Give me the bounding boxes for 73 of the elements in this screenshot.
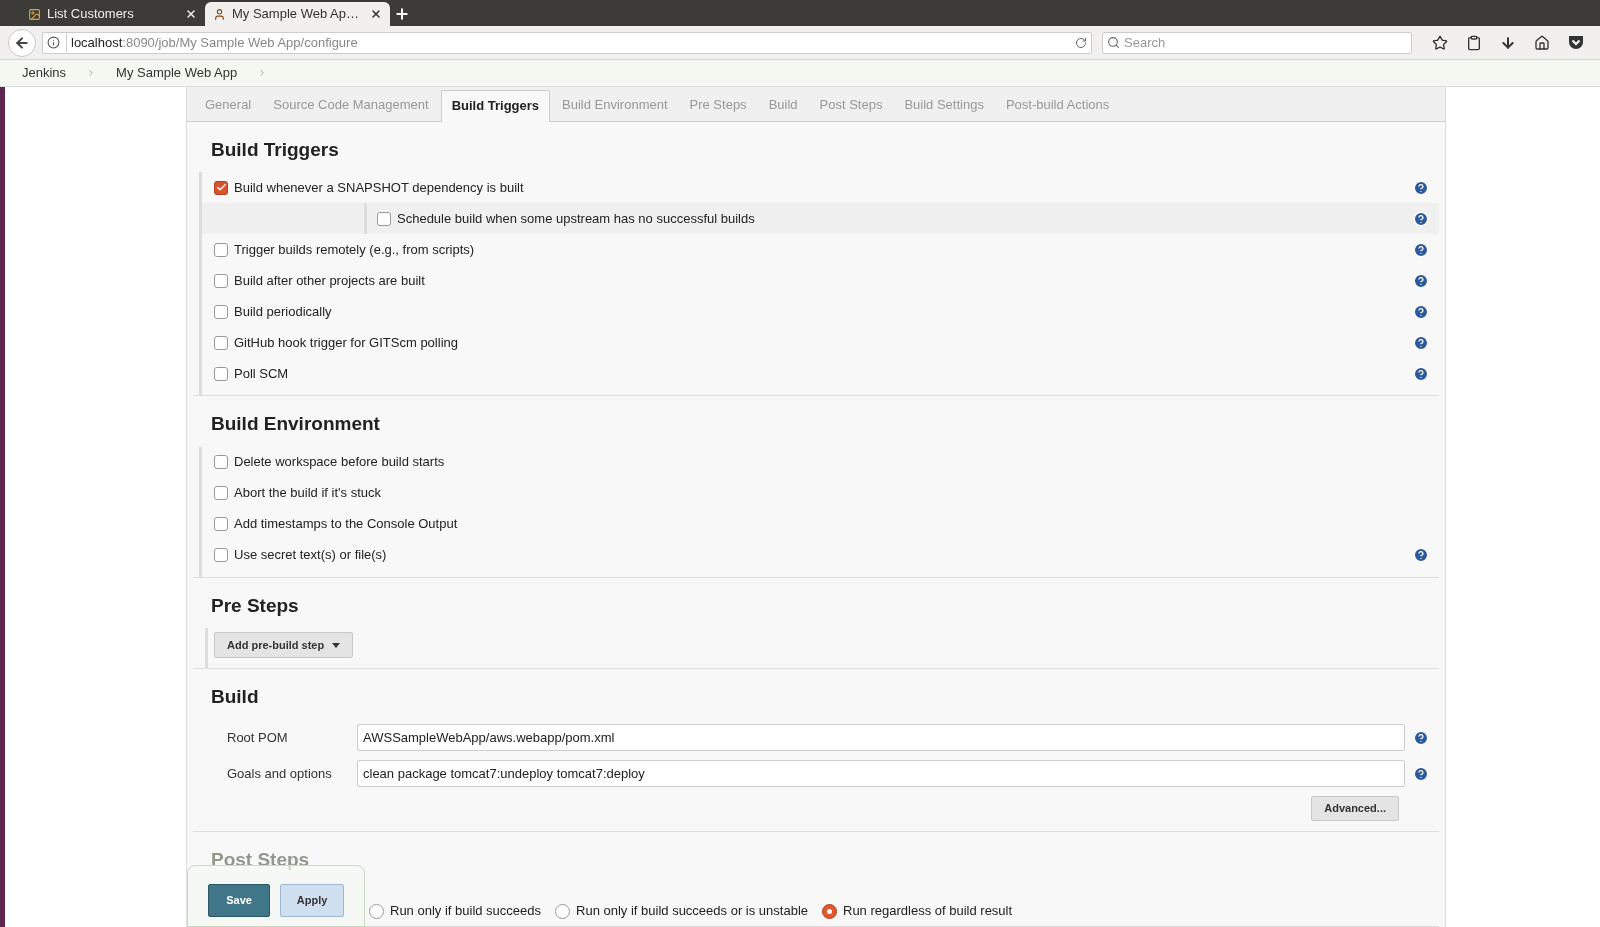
checkbox-label: Delete workspace before build starts: [234, 453, 445, 472]
search-icon: [1107, 36, 1120, 49]
checkbox-label: Poll SCM: [234, 364, 289, 383]
clipboard-icon[interactable]: [1466, 34, 1482, 51]
tab-favicon-icon: [213, 7, 226, 21]
help-icon[interactable]: [1413, 303, 1429, 320]
reload-icon[interactable]: [1075, 36, 1087, 49]
breadcrumb-link[interactable]: My Sample Web App: [116, 63, 238, 83]
browser-tab[interactable]: My Sample Web Ap…: [205, 2, 390, 26]
section-heading: Build: [210, 685, 260, 709]
tab-title: My Sample Web Ap…: [232, 5, 360, 24]
search-placeholder: Search: [1124, 33, 1166, 52]
caret-icon: [332, 642, 341, 648]
pocket-icon[interactable]: [1568, 35, 1584, 50]
checkbox-label: Build periodically: [234, 302, 332, 321]
section-heading: Pre Steps: [210, 593, 300, 618]
help-icon[interactable]: [1413, 241, 1429, 258]
radio-label: Run only if build succeeds: [390, 902, 542, 921]
text-field[interactable]: clean package tomcat7:undeploy tomcat7:deploy: [357, 760, 1405, 787]
help-icon[interactable]: [1413, 334, 1429, 351]
radio-button[interactable]: [369, 903, 384, 919]
home-icon[interactable]: [1534, 34, 1550, 51]
advanced-button[interactable]: Advanced...: [1311, 795, 1399, 821]
radio-label: Run only if build succeeds or is unstable: [576, 902, 808, 921]
checkbox[interactable]: [214, 455, 228, 469]
config-tab[interactable]: Build Triggers: [440, 89, 551, 122]
apply-button[interactable]: Apply: [280, 883, 344, 917]
close-icon[interactable]: [185, 8, 197, 20]
help-icon[interactable]: [1413, 179, 1429, 196]
checkbox-label: Abort the build if it's stuck: [234, 484, 381, 503]
checkbox[interactable]: [214, 273, 228, 288]
radio-button[interactable]: [822, 903, 837, 919]
checkbox[interactable]: [214, 486, 228, 500]
radio-label: Run regardless of build result: [843, 902, 1013, 921]
help-icon[interactable]: [1413, 729, 1429, 746]
radio-button[interactable]: [555, 903, 571, 919]
add-step-dropdown[interactable]: Add pre-build step: [214, 632, 354, 658]
checkbox-label: Schedule build when some upstream has no successful builds: [397, 209, 755, 228]
checkbox[interactable]: [214, 517, 228, 531]
help-icon[interactable]: [1413, 547, 1429, 563]
back-button[interactable]: [8, 28, 36, 57]
checkbox[interactable]: [214, 180, 228, 195]
checkbox[interactable]: [377, 211, 391, 226]
tab-title: List Customers: [47, 5, 135, 24]
field-label: Goals and options: [227, 764, 333, 783]
close-icon[interactable]: [370, 8, 382, 20]
section-heading: Build Environment: [210, 412, 381, 436]
new-tab-icon[interactable]: [394, 6, 410, 22]
checkbox-label: Trigger builds remotely (e.g., from scripts): [234, 240, 475, 259]
tab-favicon-icon: [28, 7, 41, 21]
checkbox-label: Build after other projects are built: [234, 271, 425, 290]
checkbox-label: Use secret text(s) or file(s): [234, 546, 387, 565]
info-icon: [47, 36, 60, 49]
checkbox-label: Build whenever a SNAPSHOT dependency is built: [234, 178, 524, 197]
help-icon[interactable]: [1413, 210, 1429, 227]
help-icon[interactable]: [1413, 272, 1429, 289]
breadcrumb-link[interactable]: Jenkins: [22, 63, 67, 83]
save-button[interactable]: Save: [208, 883, 271, 917]
checkbox-label: Add timestamps to the Console Output: [234, 515, 458, 534]
checkbox[interactable]: [214, 242, 228, 257]
checkbox[interactable]: [214, 304, 228, 319]
bookmark-star-icon[interactable]: [1432, 34, 1448, 51]
text-field[interactable]: AWSSampleWebApp/aws.webapp/pom.xml: [357, 724, 1405, 751]
section-heading: Build Triggers: [210, 137, 340, 162]
help-icon[interactable]: [1413, 365, 1429, 382]
checkbox-label: GitHub hook trigger for GITScm polling: [234, 333, 458, 352]
help-icon[interactable]: [1413, 765, 1429, 782]
browser-tab[interactable]: List Customers: [20, 2, 205, 26]
download-icon[interactable]: [1500, 34, 1516, 51]
checkbox[interactable]: [214, 366, 228, 381]
checkbox[interactable]: [214, 335, 228, 350]
field-label: Root POM: [227, 728, 289, 747]
checkbox[interactable]: [214, 548, 228, 562]
